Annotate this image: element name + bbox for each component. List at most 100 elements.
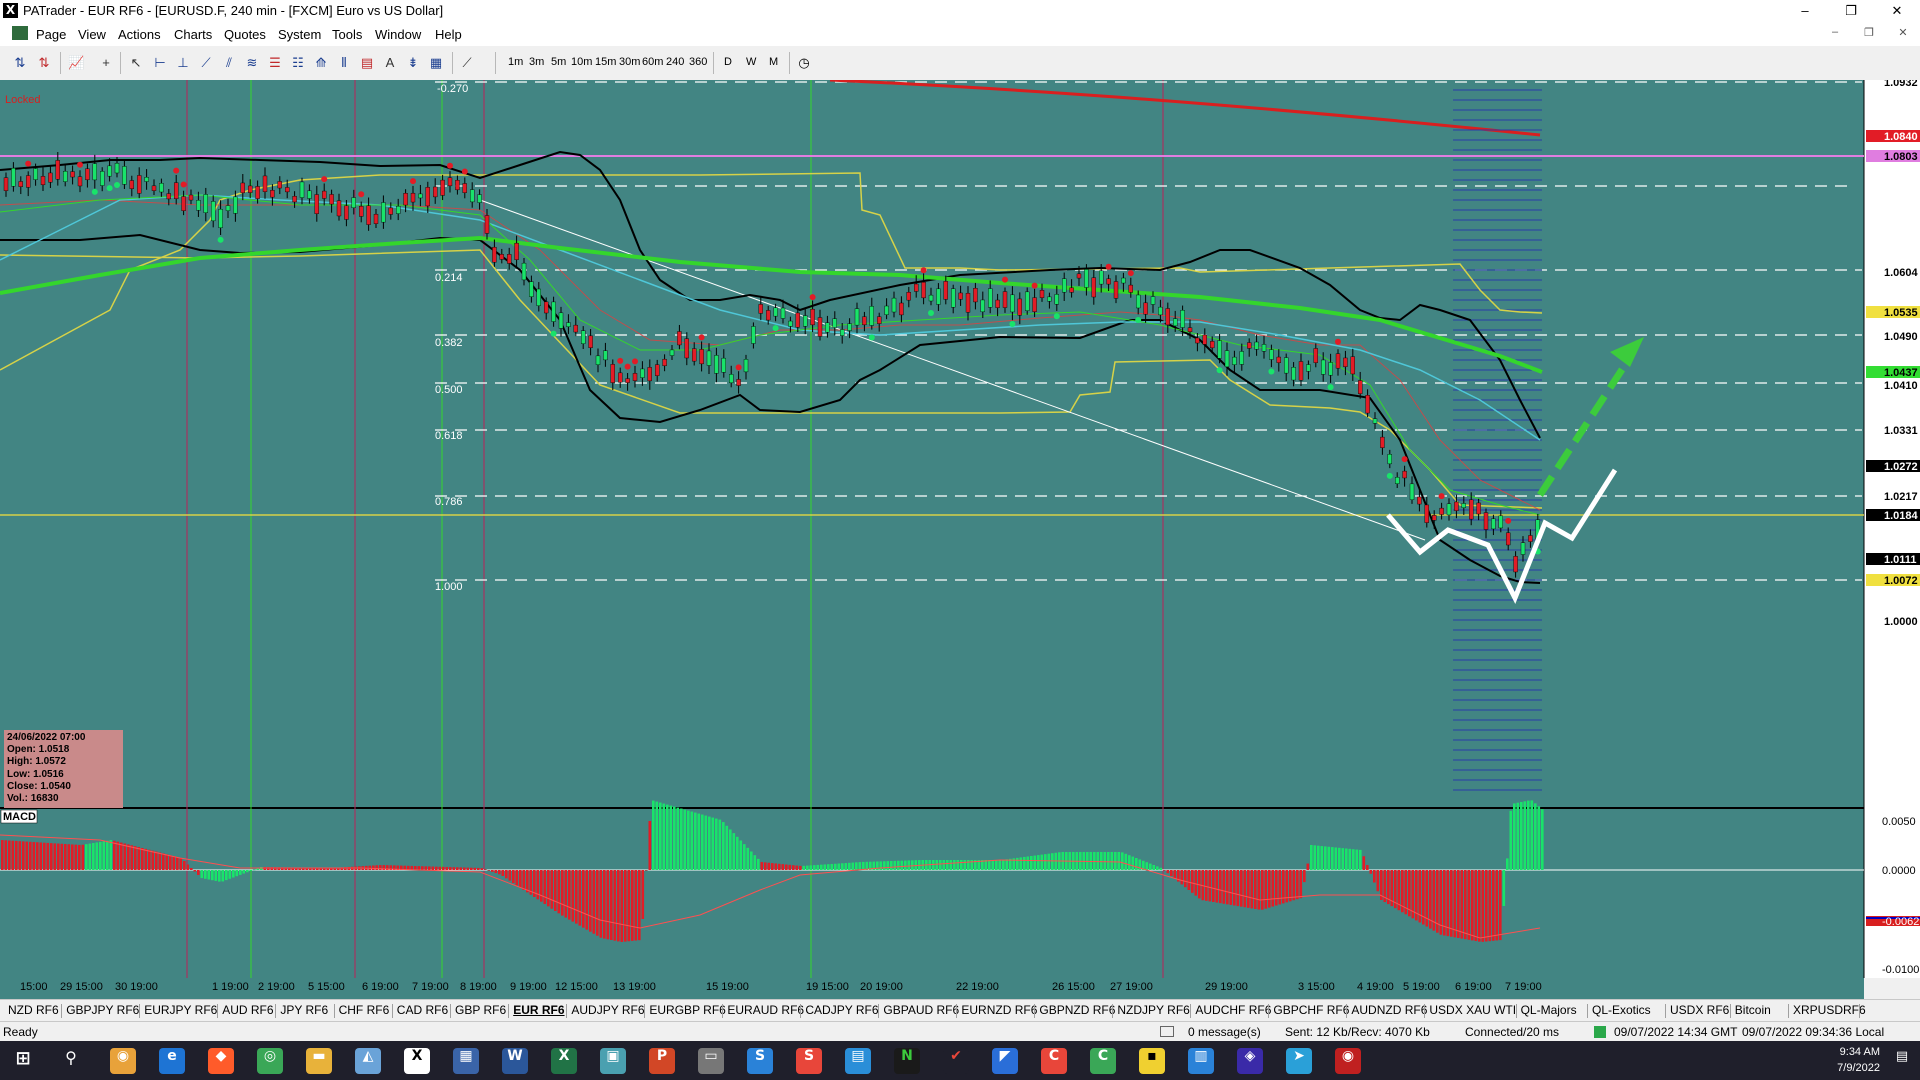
tf-360[interactable]: 360 bbox=[689, 56, 707, 68]
taskbar-app-4-icon[interactable]: ▭ bbox=[698, 1048, 724, 1074]
menu-actions[interactable]: Actions bbox=[118, 27, 161, 42]
calculator-icon[interactable]: ▦ bbox=[453, 1048, 479, 1074]
taskbar-app-12-icon[interactable]: ▥ bbox=[1188, 1048, 1214, 1074]
taskbar-app-13-icon[interactable]: ◈ bbox=[1237, 1048, 1263, 1074]
chart-unlink-icon[interactable]: ⇅ bbox=[36, 55, 52, 71]
symbol-tab[interactable]: NZD RF6 bbox=[8, 1003, 59, 1017]
trend-line-icon[interactable]: ⟋ bbox=[198, 55, 214, 71]
new-chart-icon[interactable]: 📈 bbox=[68, 55, 84, 71]
sticky-notes-icon[interactable]: ▪ bbox=[1139, 1048, 1165, 1074]
symbol-tab[interactable]: AUD RF6 bbox=[222, 1003, 273, 1017]
symbol-tab[interactable]: EURGBP RF6 bbox=[649, 1003, 725, 1017]
start-button-icon[interactable]: ⊞ bbox=[10, 1048, 36, 1074]
symbol-tab[interactable]: CHF RF6 bbox=[339, 1003, 390, 1017]
symbol-tab[interactable]: GBPCHF RF6 bbox=[1273, 1003, 1349, 1017]
taskbar-app-8-icon[interactable]: ✔ bbox=[943, 1048, 969, 1074]
symbol-tab[interactable]: CADJPY RF6 bbox=[805, 1003, 878, 1017]
powerpoint-icon[interactable]: P bbox=[649, 1048, 675, 1074]
chrome-browser-icon[interactable]: ◎ bbox=[257, 1048, 283, 1074]
patrader-app-icon[interactable]: X bbox=[404, 1048, 430, 1074]
close-button[interactable]: ✕ bbox=[1874, 0, 1920, 22]
tf-240[interactable]: 240 bbox=[666, 56, 684, 68]
symbol-tab[interactable]: GBPAUD RF6 bbox=[883, 1003, 959, 1017]
crosshair-icon[interactable]: + bbox=[98, 55, 114, 71]
taskbar-clock[interactable]: 9:34 AM 7/9/2022 bbox=[1837, 1044, 1880, 1076]
fib-extension-icon[interactable]: ☷ bbox=[290, 55, 306, 71]
symbol-tab[interactable]: Bitcoin bbox=[1735, 1003, 1771, 1017]
symbol-tab[interactable]: QL-Majors bbox=[1521, 1003, 1577, 1017]
status-messages[interactable]: 0 message(s) bbox=[1188, 1025, 1261, 1039]
period-weekly[interactable]: W bbox=[746, 56, 756, 68]
menu-tools[interactable]: Tools bbox=[332, 27, 362, 42]
fib-fan-icon[interactable]: ≋ bbox=[244, 55, 260, 71]
tf-3m[interactable]: 3m bbox=[529, 56, 544, 68]
price-chart[interactable]: -0.270 0.214 0.382 0.500 0.618 0.786 1.0… bbox=[0, 80, 1920, 980]
period-monthly[interactable]: M bbox=[769, 56, 778, 68]
taskbar-app-11-icon[interactable]: C bbox=[1090, 1048, 1116, 1074]
symbol-tab[interactable]: CAD RF6 bbox=[397, 1003, 448, 1017]
arrow-tool-icon[interactable]: ⇟ bbox=[405, 55, 421, 71]
symbol-tab[interactable]: AUDJPY RF6 bbox=[571, 1003, 644, 1017]
erase-tool-icon[interactable]: ▦ bbox=[428, 55, 444, 71]
taskbar-app-5-icon[interactable]: S bbox=[796, 1048, 822, 1074]
symbol-tab[interactable]: JPY RF6 bbox=[280, 1003, 328, 1017]
symbol-tab[interactable]: EUR RF6 bbox=[513, 1003, 564, 1017]
minimize-button[interactable]: – bbox=[1782, 0, 1828, 22]
taskbar-app-9-icon[interactable]: ◤ bbox=[992, 1048, 1018, 1074]
indicator-icon[interactable]: ⟋ bbox=[459, 55, 475, 71]
horizontal-line-icon[interactable]: ⊢ bbox=[152, 55, 168, 71]
symbol-tab[interactable]: EURJPY RF6 bbox=[144, 1003, 217, 1017]
mdi-restore-button[interactable]: ❐ bbox=[1856, 26, 1882, 42]
vertical-line-icon[interactable]: ⊥ bbox=[175, 55, 191, 71]
search-icon[interactable]: ⚲ bbox=[58, 1048, 84, 1074]
symbol-tab[interactable]: XRPUSDRF6 bbox=[1793, 1003, 1866, 1017]
menu-system[interactable]: System bbox=[278, 27, 321, 42]
taskbar-app-14-icon[interactable]: ◉ bbox=[1335, 1048, 1361, 1074]
symbol-tab[interactable]: GBPNZD RF6 bbox=[1039, 1003, 1115, 1017]
symbol-tab[interactable]: EURNZD RF6 bbox=[961, 1003, 1037, 1017]
symbol-tab[interactable]: GBPJPY RF6 bbox=[66, 1003, 139, 1017]
cycle-lines-icon[interactable]: ⦀ bbox=[336, 55, 352, 71]
menu-help[interactable]: Help bbox=[435, 27, 462, 42]
file-explorer-icon[interactable]: ▬ bbox=[306, 1048, 332, 1074]
tf-10m[interactable]: 10m bbox=[571, 56, 592, 68]
symbol-tab[interactable]: USDX XAU WTI bbox=[1429, 1003, 1516, 1017]
skype-icon[interactable]: S bbox=[747, 1048, 773, 1074]
symbol-tab[interactable]: NZDJPY RF6 bbox=[1117, 1003, 1189, 1017]
menu-view[interactable]: View bbox=[78, 27, 106, 42]
excel-icon[interactable]: X bbox=[551, 1048, 577, 1074]
gann-fan-icon[interactable]: ⟰ bbox=[313, 55, 329, 71]
fib-retracement-icon[interactable]: ☰ bbox=[267, 55, 283, 71]
word-icon[interactable]: W bbox=[502, 1048, 528, 1074]
tf-15m[interactable]: 15m bbox=[595, 56, 616, 68]
symbol-tab[interactable]: GBP RF6 bbox=[455, 1003, 506, 1017]
menu-page[interactable]: Page bbox=[36, 27, 66, 42]
menu-window[interactable]: Window bbox=[375, 27, 421, 42]
symbol-tab[interactable]: EURAUD RF6 bbox=[727, 1003, 804, 1017]
notification-icon[interactable]: ▤ bbox=[1892, 1049, 1912, 1071]
menu-quotes[interactable]: Quotes bbox=[224, 27, 266, 42]
page-icon[interactable] bbox=[12, 26, 28, 40]
tf-30m[interactable]: 30m bbox=[619, 56, 640, 68]
rectangle-icon[interactable]: ▤ bbox=[359, 55, 375, 71]
pointer-icon[interactable]: ↖ bbox=[128, 55, 144, 71]
text-tool-icon[interactable]: A bbox=[382, 55, 398, 71]
period-daily[interactable]: D bbox=[724, 56, 732, 68]
clock-icon[interactable]: ◷ bbox=[796, 55, 812, 71]
edge-browser-icon[interactable]: e bbox=[159, 1048, 185, 1074]
symbol-tab[interactable]: QL-Exotics bbox=[1592, 1003, 1651, 1017]
mdi-close-button[interactable]: ✕ bbox=[1890, 26, 1916, 42]
chart-link-icon[interactable]: ⇅ bbox=[12, 55, 28, 71]
tf-60m[interactable]: 60m bbox=[642, 56, 663, 68]
taskbar-app-6-icon[interactable]: ▤ bbox=[845, 1048, 871, 1074]
tf-5m[interactable]: 5m bbox=[551, 56, 566, 68]
channel-icon[interactable]: ⫽ bbox=[221, 55, 237, 71]
mdi-minimize-button[interactable]: – bbox=[1822, 26, 1848, 42]
mail-icon[interactable] bbox=[1160, 1026, 1174, 1037]
tf-1m[interactable]: 1m bbox=[508, 56, 523, 68]
taskbar-app-10-icon[interactable]: C bbox=[1041, 1048, 1067, 1074]
symbol-tab[interactable]: AUDNZD RF6 bbox=[1351, 1003, 1427, 1017]
telegram-icon[interactable]: ➤ bbox=[1286, 1048, 1312, 1074]
taskbar-app-1-icon[interactable]: ◉ bbox=[110, 1048, 136, 1074]
maximize-button[interactable]: ❐ bbox=[1828, 0, 1874, 22]
